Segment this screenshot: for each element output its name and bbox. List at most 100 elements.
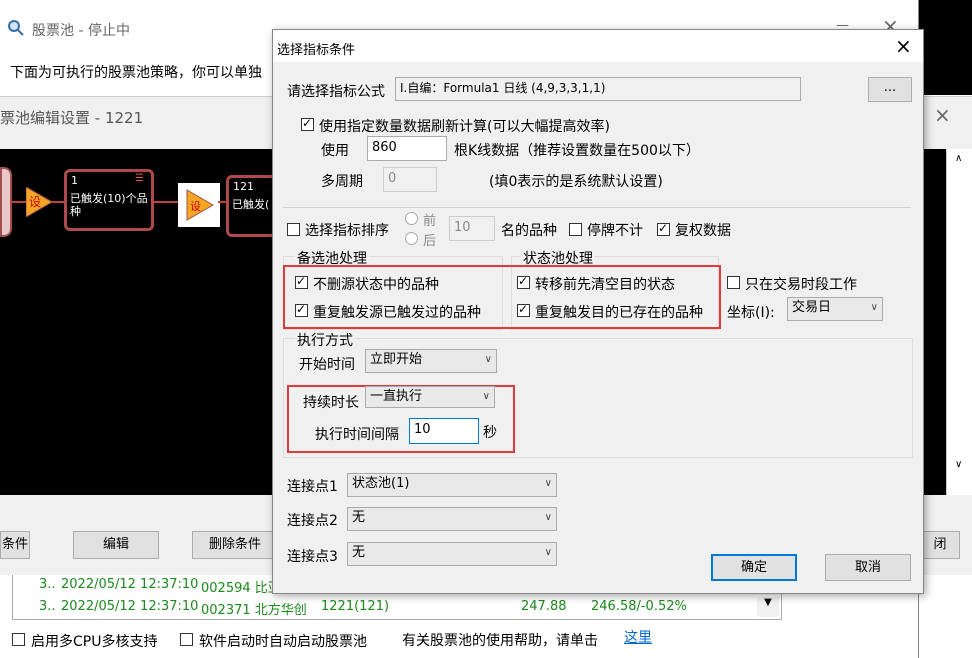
chevron-down-icon: ∨ xyxy=(544,512,552,523)
svg-text:设: 设 xyxy=(190,200,201,213)
help-text: 有关股票池的使用帮助，请单击 xyxy=(402,633,598,649)
edit-button[interactable]: 编辑 xyxy=(73,531,159,559)
row-value1: 247.88 xyxy=(521,599,567,614)
auto-start-label: 软件启动时自动启动股票池 xyxy=(199,634,367,650)
sort-checkbox[interactable] xyxy=(287,223,300,236)
close-partial-button[interactable]: 闭 xyxy=(920,531,960,559)
conn2-label: 连接点2 xyxy=(287,513,338,529)
magnifier-icon xyxy=(8,20,24,36)
state-node-1[interactable]: 1 ☰ 已触发(10)个品种 xyxy=(64,169,154,231)
axis-select-value: 交易日 xyxy=(792,300,832,315)
retrigger-source-label: 重复触发源已触发过的品种 xyxy=(313,305,481,321)
chevron-down-icon: ∨ xyxy=(484,354,492,365)
set-node-label: 设 xyxy=(29,195,42,209)
clear-target-checkbox[interactable] xyxy=(517,274,530,289)
scroll-down-icon[interactable]: ∨ xyxy=(955,459,962,470)
chevron-down-icon: ∨ xyxy=(544,547,552,558)
conn1-value: 状态池(1) xyxy=(352,476,410,491)
selected-node-frame[interactable]: 设 xyxy=(178,183,220,227)
formula-more-button[interactable]: ... xyxy=(868,77,912,102)
node-number: 1 xyxy=(71,174,78,187)
mid-close-button[interactable]: × xyxy=(934,103,951,127)
mid-window-title: 票池编辑设置 - 1221 xyxy=(0,109,144,127)
multi-cpu-label: 启用多CPU多核支持 xyxy=(31,634,158,650)
chevron-down-icon: ∨ xyxy=(870,302,878,313)
row-strategy: 1221(121) xyxy=(321,599,390,614)
dialog-title-bar: 选择指标条件 × xyxy=(273,30,923,62)
conn3-select[interactable]: 无 ∨ xyxy=(347,542,557,566)
conn2-select[interactable]: 无 ∨ xyxy=(347,507,557,531)
front-label: 前 xyxy=(423,214,437,229)
node-menu-icon[interactable]: ☰ xyxy=(135,173,144,184)
retrigger-source-checkbox[interactable] xyxy=(295,302,308,317)
restore-label: 复权数据 xyxy=(675,223,731,239)
list-dropdown-arrow[interactable]: ▼ xyxy=(757,597,779,617)
keep-source-checkbox[interactable] xyxy=(295,274,308,289)
row-index: 3.. xyxy=(39,577,56,592)
bg-description: 下面为可执行的股票池策略，你可以单独 xyxy=(10,65,262,81)
duration-value: 一直执行 xyxy=(370,389,423,404)
interval-input[interactable]: 10 xyxy=(409,418,479,444)
start-time-select[interactable]: 立即开始 ∨ xyxy=(365,349,497,373)
interval-label: 执行时间间隔 xyxy=(315,427,399,443)
back-label: 后 xyxy=(423,234,437,249)
axis-label: 坐标(I): xyxy=(727,305,775,321)
row-time: 2022/05/12 12:37:10 xyxy=(61,599,199,614)
suspend-checkbox[interactable] xyxy=(569,223,582,236)
row-time: 2022/05/12 12:37:10 xyxy=(61,577,199,592)
ok-button[interactable]: 确定 xyxy=(711,554,797,581)
interval-unit: 秒 xyxy=(483,425,497,441)
use-count-label: 使用指定数量数据刷新计算(可以大幅提高效率) xyxy=(319,119,610,135)
node-text: 已触发( xyxy=(232,198,270,211)
exec-group-title: 执行方式 xyxy=(295,330,355,350)
connector-line xyxy=(154,201,178,203)
auto-start-checkbox[interactable] xyxy=(180,633,193,646)
rank-suffix: 名的品种 xyxy=(501,223,557,239)
duration-select[interactable]: 一直执行 ∨ xyxy=(365,386,495,408)
separator xyxy=(283,207,911,208)
conn3-value: 无 xyxy=(352,545,366,560)
chevron-down-icon: ∨ xyxy=(544,478,552,489)
duration-label: 持续时长 xyxy=(303,395,359,411)
use-label: 使用 xyxy=(321,143,349,159)
conn1-label: 连接点1 xyxy=(287,479,338,495)
bar-count-input[interactable]: 860 xyxy=(367,136,447,161)
formula-field[interactable]: I.自编：Formula1 日线 (4,9,3,3,1,1) xyxy=(395,77,801,101)
start-time-label: 开始时间 xyxy=(299,357,355,373)
indicator-dialog: 选择指标条件 × 请选择指标公式 I.自编：Formula1 日线 (4,9,3… xyxy=(272,29,924,594)
sort-label: 选择指标排序 xyxy=(305,223,389,239)
conn2-value: 无 xyxy=(352,510,366,525)
trade-only-label: 只在交易时段工作 xyxy=(745,277,857,293)
formula-label: 请选择指标公式 xyxy=(287,84,385,100)
trade-only-checkbox[interactable] xyxy=(727,276,740,289)
back-radio[interactable] xyxy=(405,232,418,245)
cancel-button[interactable]: 取消 xyxy=(825,554,911,581)
keep-source-label: 不删源状态中的品种 xyxy=(313,277,439,293)
vertical-scrollbar[interactable]: ∧ ∨ xyxy=(946,149,972,495)
start-time-value: 立即开始 xyxy=(370,352,423,367)
retrigger-target-checkbox[interactable] xyxy=(517,302,530,317)
dialog-title: 选择指标条件 xyxy=(277,43,356,58)
restore-checkbox[interactable] xyxy=(657,221,670,236)
conn1-select[interactable]: 状态池(1) ∨ xyxy=(347,473,557,497)
multi-period-hint: (填0表示的是系统默认设置) xyxy=(489,174,663,190)
node-text: 已触发(10)个品种 xyxy=(70,192,148,218)
help-link[interactable]: 这里 xyxy=(624,627,652,647)
dialog-close-button[interactable]: × xyxy=(895,34,912,58)
multi-period-label: 多周期 xyxy=(321,174,363,190)
node-number: 121 xyxy=(233,180,254,193)
axis-select[interactable]: 交易日 ∨ xyxy=(787,297,883,321)
table-row[interactable]: 3.. 2022/05/12 12:37:10 002371 北方华创 1221… xyxy=(13,599,781,619)
delete-condition-button[interactable]: 删除条件 xyxy=(192,531,278,559)
rank-input[interactable]: 10 xyxy=(449,216,495,241)
multi-period-input[interactable]: 0 xyxy=(383,167,437,192)
row-code: 002594 比亚 xyxy=(201,581,281,596)
multi-cpu-checkbox[interactable] xyxy=(12,633,25,646)
scroll-up-icon[interactable]: ∧ xyxy=(955,153,962,164)
condition-button[interactable]: 条件 xyxy=(0,531,30,559)
k-bars-label: 根K线数据（推荐设置数量在500以下） xyxy=(454,143,700,159)
conn3-label: 连接点3 xyxy=(287,549,338,565)
use-count-checkbox[interactable] xyxy=(301,116,314,131)
bg-window-title: 股票池 - 停止中 xyxy=(32,23,130,39)
front-radio[interactable] xyxy=(405,212,418,225)
